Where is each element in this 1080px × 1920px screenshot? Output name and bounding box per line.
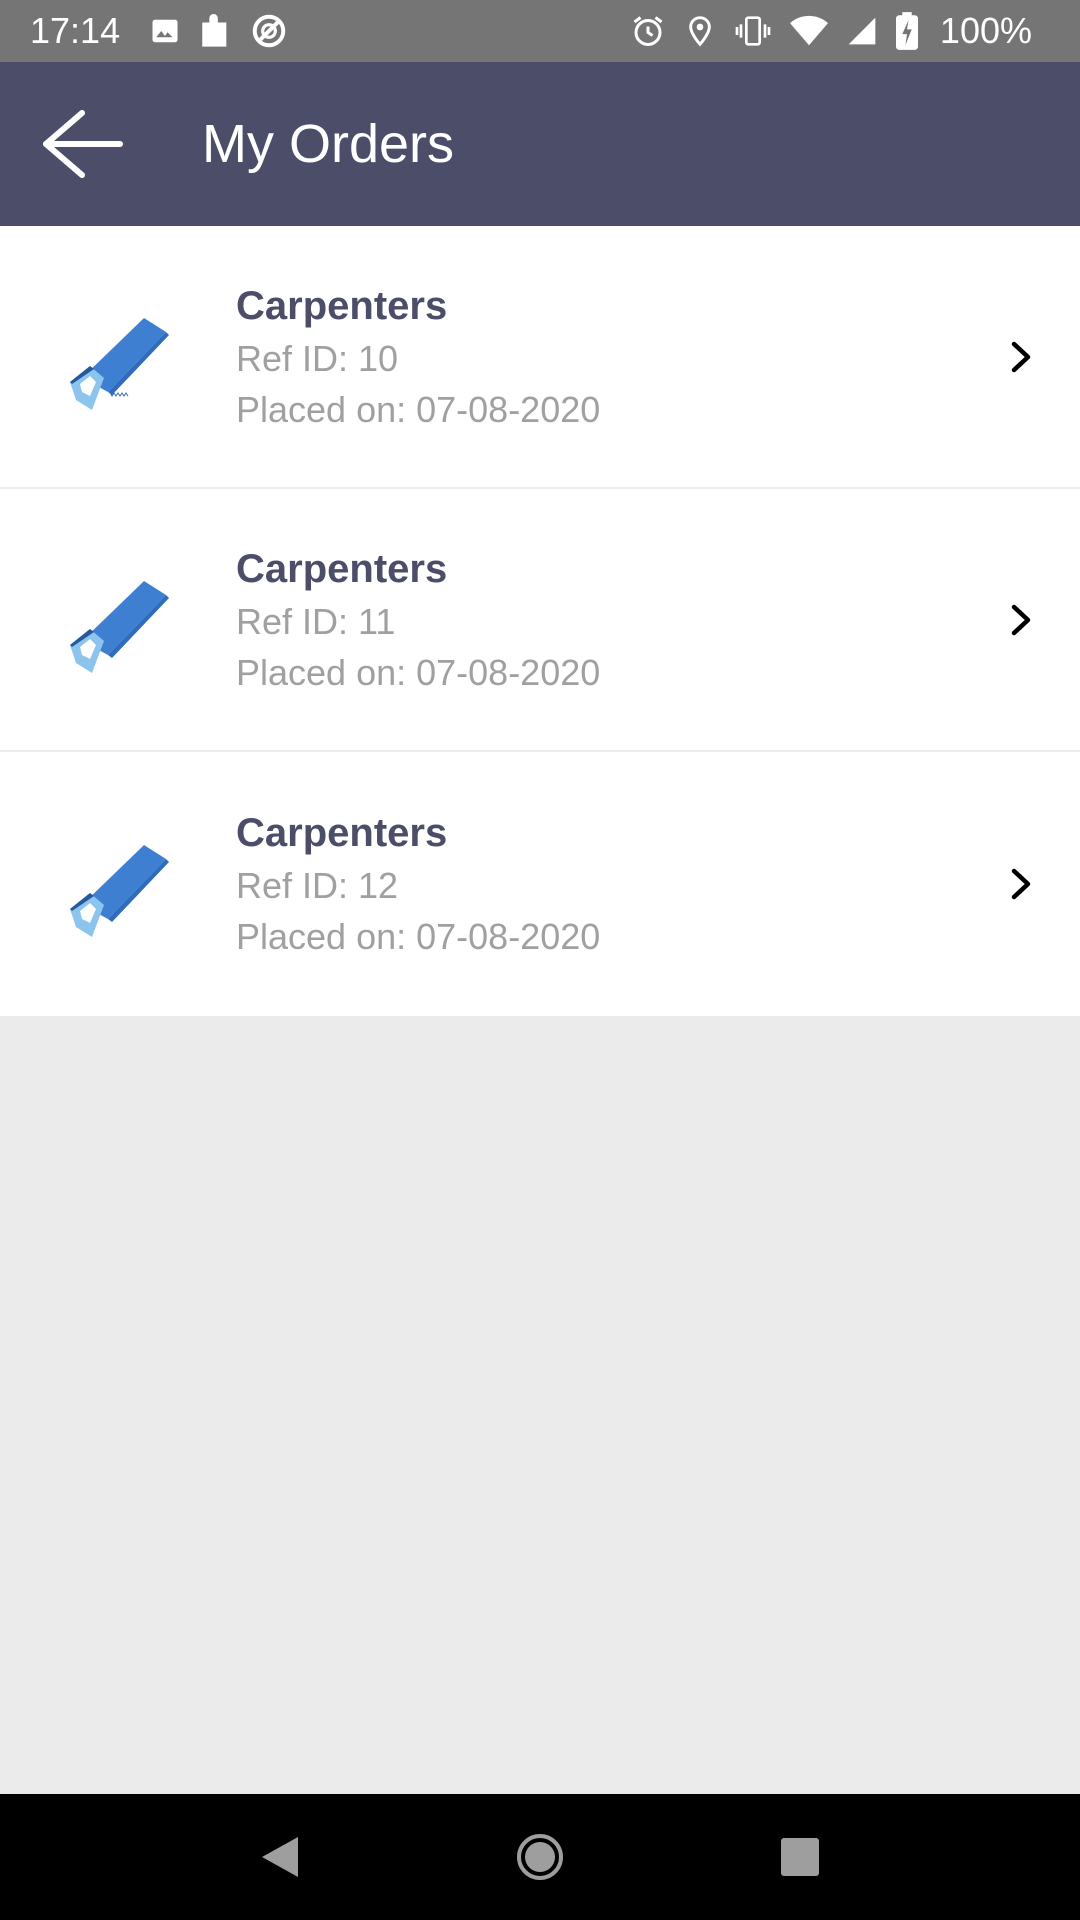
order-title: Carpenters xyxy=(236,811,448,855)
home-circle-icon xyxy=(517,1834,563,1880)
order-text: Carpenters Ref ID: 12 Placed on: 07-08-2… xyxy=(236,806,600,962)
app-bar: My Orders xyxy=(0,62,1080,226)
vibrate-icon xyxy=(734,15,772,47)
order-text: Carpenters Ref ID: 10 Placed on: 07-08-2… xyxy=(236,279,600,435)
order-text: Carpenters Ref ID: 11 Placed on: 07-08-2… xyxy=(236,542,600,698)
wifi-icon xyxy=(789,15,828,47)
status-time: 17:14 xyxy=(30,10,121,51)
order-date: Placed on: 07-08-2020 xyxy=(236,388,601,430)
page-title: My Orders xyxy=(202,114,455,174)
chevron-right-icon xyxy=(1002,864,1042,904)
alarm-icon xyxy=(630,13,666,49)
order-title: Carpenters xyxy=(236,283,448,328)
order-title: Carpenters xyxy=(236,546,448,591)
recents-square-icon xyxy=(781,1838,819,1876)
puzzle-icon xyxy=(198,11,232,51)
list-item[interactable]: Carpenters Ref ID: 11 Placed on: 07-08-2… xyxy=(0,489,1080,752)
arrow-back-icon xyxy=(43,110,123,178)
signal-icon xyxy=(846,15,878,47)
image-icon xyxy=(150,16,180,46)
battery-percent: 100% xyxy=(939,10,1032,51)
back-button[interactable] xyxy=(32,94,132,194)
list-item[interactable]: Carpenters Ref ID: 10 Placed on: 07-08-2… xyxy=(0,226,1080,489)
status-bar: 17:14 100% xyxy=(0,0,1080,62)
nav-home-button[interactable] xyxy=(500,1817,580,1897)
status-left-icons xyxy=(150,11,306,51)
location-icon xyxy=(684,13,716,49)
no-disturb-icon xyxy=(250,12,288,50)
nav-back-button[interactable] xyxy=(240,1817,320,1897)
status-right-icons: 100% xyxy=(630,10,1050,52)
saw-icon xyxy=(62,829,172,939)
order-ref: Ref ID: 12 xyxy=(236,865,399,906)
order-list: Carpenters Ref ID: 10 Placed on: 07-08-2… xyxy=(0,226,1080,1016)
list-item[interactable]: Carpenters Ref ID: 12 Placed on: 07-08-2… xyxy=(0,752,1080,1016)
order-date: Placed on: 07-08-2020 xyxy=(236,651,601,693)
chevron-right-icon xyxy=(1002,337,1042,377)
nav-recents-button[interactable] xyxy=(760,1817,840,1897)
screen: 17:14 100% My Orders Carpenters Ref ID: … xyxy=(0,0,1080,1920)
order-date: Placed on: 07-08-2020 xyxy=(236,916,601,957)
saw-icon xyxy=(62,302,172,412)
nav-bar xyxy=(0,1794,1080,1920)
saw-icon xyxy=(62,565,172,675)
battery-charging-icon xyxy=(895,12,918,50)
chevron-right-icon xyxy=(1002,600,1042,640)
back-triangle-icon xyxy=(262,1837,298,1877)
order-ref: Ref ID: 10 xyxy=(236,337,399,379)
order-ref: Ref ID: 11 xyxy=(236,600,396,642)
